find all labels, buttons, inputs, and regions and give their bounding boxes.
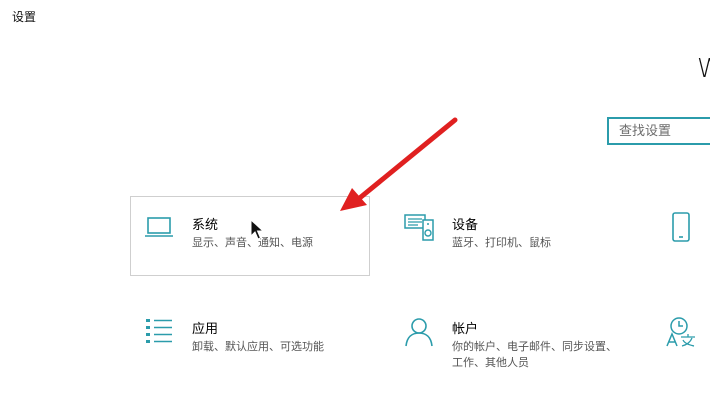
tile-name: 帐户 [452,322,479,337]
settings-tile-apps[interactable]: 应用 卸载、默认应用、可选功能 [130,300,370,380]
phone-icon [672,212,690,242]
mouse-cursor-icon [250,219,264,240]
page-header-partial: W [697,54,710,84]
settings-tile-phone[interactable] [652,196,710,276]
tile-description: 卸载、默认应用、可选功能 [192,340,324,353]
window-title: 设置 [12,10,37,24]
laptop-icon [145,217,173,237]
person-icon [405,318,433,347]
settings-tile-time-language[interactable] [652,300,710,380]
search-box[interactable] [607,117,710,145]
settings-tile-accounts[interactable]: 帐户 你的帐户、电子邮件、同步设置、工作、其他人员 [390,300,630,372]
settings-tile-devices[interactable]: 设备 蓝牙、打印机、鼠标 [390,196,630,276]
tile-name: 应用 [192,322,219,337]
search-input[interactable] [609,119,710,143]
tile-name: 系统 [192,218,219,233]
tile-description: 显示、声音、通知、电源 [192,236,313,249]
tile-name: 设备 [452,218,479,233]
time-language-icon [666,317,695,347]
devices-icon [404,214,434,241]
tile-description: 你的帐户、电子邮件、同步设置、工作、其他人员 [452,340,617,369]
tile-description: 蓝牙、打印机、鼠标 [452,236,551,249]
apps-list-icon [146,319,172,343]
